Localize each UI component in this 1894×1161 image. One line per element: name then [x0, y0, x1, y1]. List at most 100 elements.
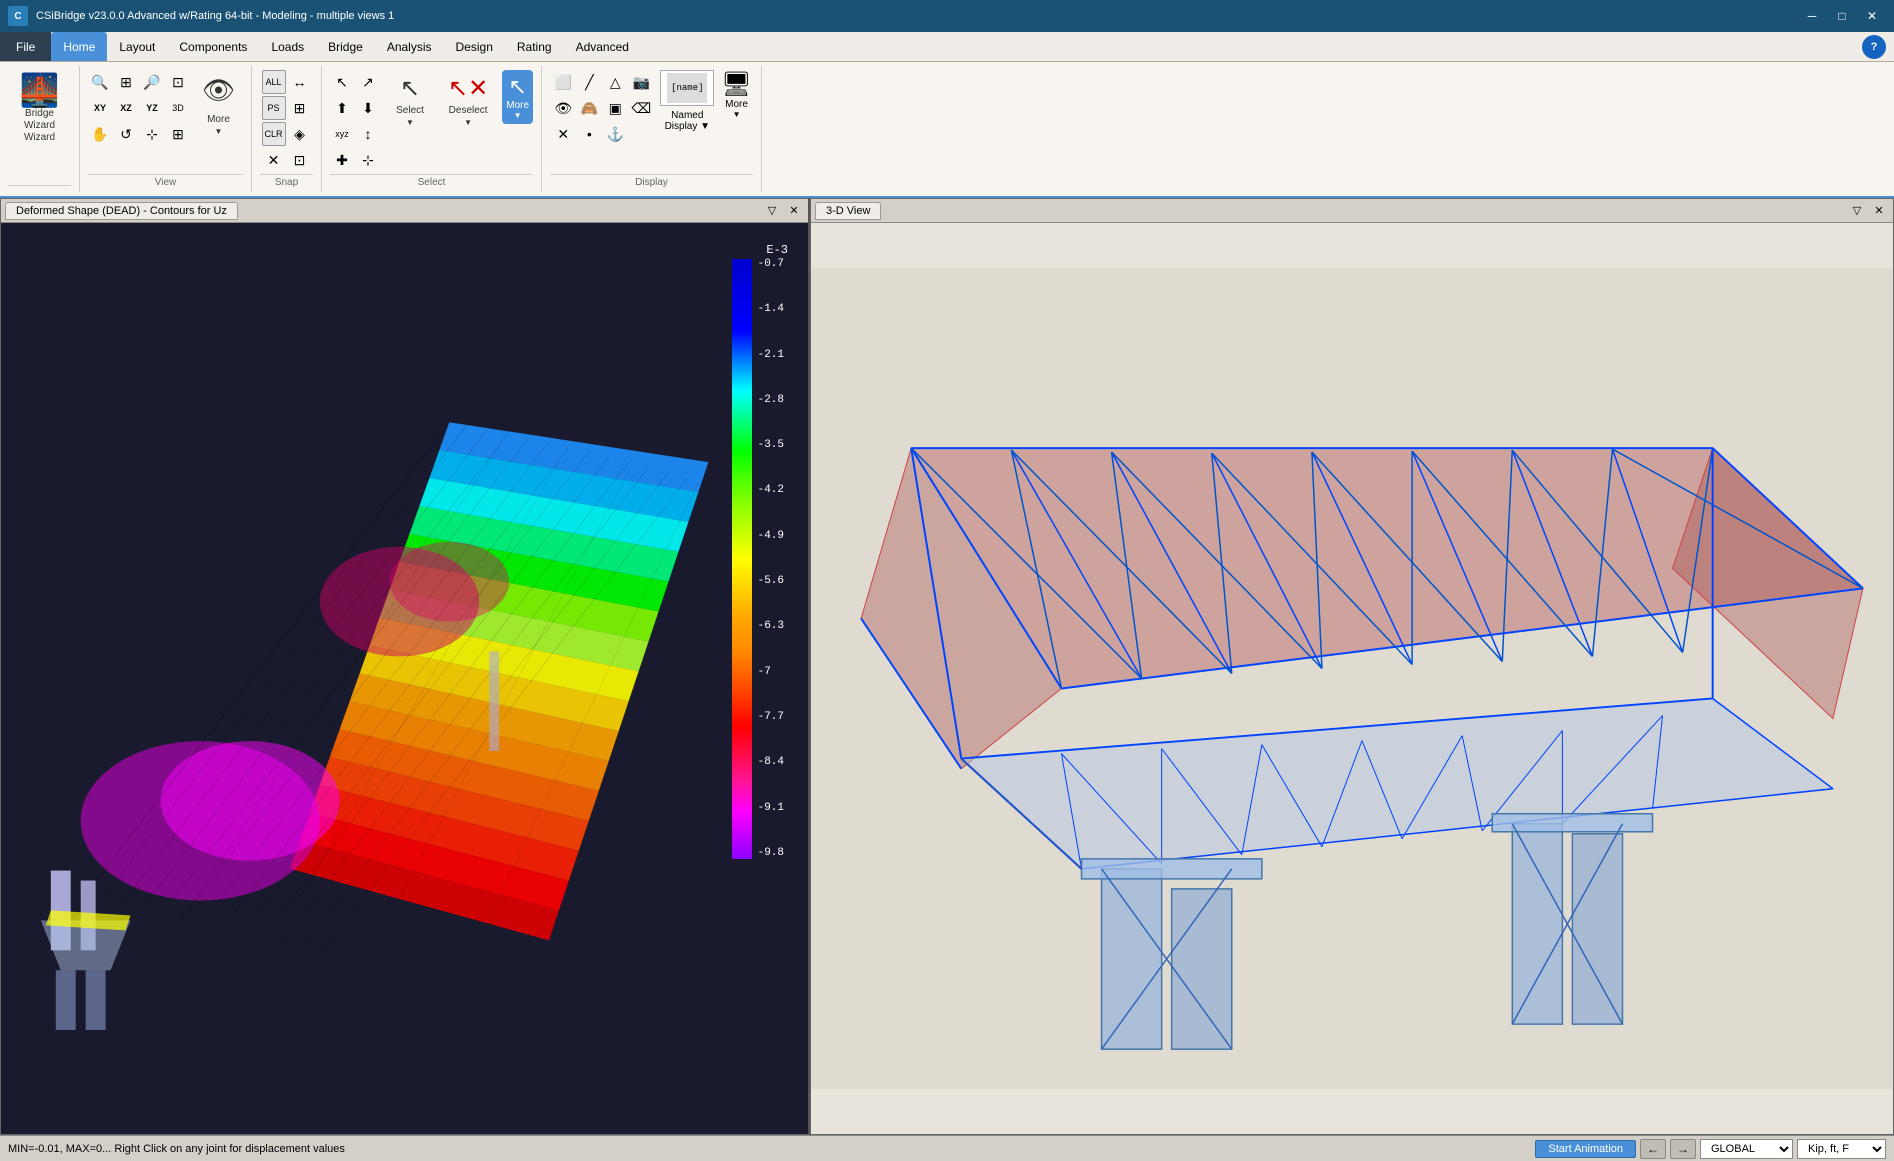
coordinate-system-dropdown[interactable]: GLOBALLOCAL	[1700, 1139, 1793, 1159]
3d-view-content[interactable]	[811, 223, 1893, 1134]
display-dot-button[interactable]: •	[577, 122, 601, 146]
minimize-button[interactable]: ─	[1798, 4, 1826, 28]
ribbon-group-view: 🔍 ⊞ 🔎 ⊡ XY XZ YZ 3D ✋ ↺ ⊹ ⊞	[80, 66, 252, 192]
display-more-button[interactable]: 🖥 More ▼	[721, 70, 751, 119]
display-erase-button[interactable]: ⌫	[629, 96, 653, 120]
view-xy-button[interactable]: XY	[88, 96, 112, 120]
select-button[interactable]: ↖ Select ▼	[386, 70, 434, 131]
rubber-band-button[interactable]: ⊹	[140, 122, 164, 146]
display-tri-button[interactable]: △	[603, 70, 627, 94]
eye-view-button[interactable]: 👁	[194, 71, 243, 110]
display-anchor-button[interactable]: ⚓	[603, 122, 627, 146]
bridge-wizard-button[interactable]: 🌉 BridgeWizardWizard	[12, 70, 68, 148]
display-fill-button[interactable]: ▣	[603, 96, 627, 120]
display-lines-button[interactable]: ╱	[577, 70, 601, 94]
panel-close-button[interactable]: ✕	[784, 201, 804, 221]
tick-14: -9.8	[758, 848, 784, 859]
menu-layout[interactable]: Layout	[107, 32, 167, 61]
snap-all-button[interactable]: ALL	[262, 70, 286, 94]
deformed-shape-tab[interactable]: Deformed Shape (DEAD) - Contours for Uz	[5, 202, 238, 220]
select-more-label: More	[506, 100, 529, 111]
menu-file[interactable]: File	[0, 32, 51, 61]
menu-components[interactable]: Components	[167, 32, 259, 61]
select-grid-button[interactable]: ⊹	[356, 148, 380, 172]
snap-dot-button[interactable]: ⊡	[288, 148, 312, 172]
close-button[interactable]: ✕	[1858, 4, 1886, 28]
select-cross-button[interactable]: ✚	[330, 148, 354, 172]
named-display-label[interactable]: NamedDisplay ▼	[665, 110, 710, 132]
menu-advanced[interactable]: Advanced	[564, 32, 641, 61]
3d-structure-svg	[811, 223, 1893, 1134]
select-rotate-button[interactable]: ↕	[356, 122, 380, 146]
snap-grid-button[interactable]: ⊞	[288, 96, 312, 120]
bridge-wizard-label: BridgeWizardWizard	[24, 108, 55, 144]
deselect-button[interactable]: ↖✕ Deselect ▼	[440, 70, 496, 131]
menubar: File Home Layout Components Loads Bridge…	[0, 32, 1894, 62]
snap-x-button[interactable]: ✕	[262, 148, 286, 172]
display-nodes-button[interactable]: ⬜	[551, 70, 575, 94]
help-button[interactable]: ?	[1862, 35, 1886, 59]
deformed-shape-view[interactable]: E-3 -0.7 -1.4 -2.1 -2.8 -3.5 -4.2 -4.9 -…	[1, 223, 808, 1134]
menu-analysis[interactable]: Analysis	[375, 32, 444, 61]
menu-home[interactable]: Home	[51, 32, 107, 61]
titlebar: C CSiBridge v23.0.0 Advanced w/Rating 64…	[0, 0, 1894, 32]
ribbon-group-display: ⬜ ╱ △ 📷 👁 🙈 ▣ ⌫ ✕ • ⚓	[542, 66, 762, 192]
named-display-icon[interactable]: [name]	[660, 70, 714, 106]
snap-move-button[interactable]: ↔	[288, 70, 312, 94]
view-more-button[interactable]: More ▼	[195, 110, 243, 140]
snap-point-button[interactable]: ◈	[288, 122, 312, 146]
select-intersect-button[interactable]: ↗	[356, 70, 380, 94]
snap-ps-button[interactable]: PS	[262, 96, 286, 120]
ribbon-group-snap: ALL ↔ PS ⊞ CLR ◈ ✕ ⊡ Snap	[252, 66, 322, 192]
snap-to-grid-button[interactable]: ⊞	[166, 122, 190, 146]
units-dropdown[interactable]: Kip, ft, F	[1797, 1139, 1886, 1159]
zoom-out-button[interactable]: 🔎	[140, 70, 164, 94]
zoom-in-button[interactable]: 🔍	[88, 70, 112, 94]
view-3d-button[interactable]: 3D	[166, 96, 190, 120]
views-area: Deformed Shape (DEAD) - Contours for Uz …	[0, 198, 1894, 1135]
menu-bridge[interactable]: Bridge	[316, 32, 375, 61]
view-xz-button[interactable]: XZ	[114, 96, 138, 120]
tick-1: -0.7	[758, 259, 784, 270]
select-lasso-button[interactable]: ⬇	[356, 96, 380, 120]
snap-clr-button[interactable]: CLR	[262, 122, 286, 146]
menu-rating[interactable]: Rating	[505, 32, 564, 61]
colormap-labels: -0.7 -1.4 -2.1 -2.8 -3.5 -4.2 -4.9 -5.6 …	[754, 259, 788, 859]
start-animation-button[interactable]: Start Animation	[1535, 1140, 1636, 1158]
colormap-exponent: E-3	[766, 243, 788, 257]
zoom-fit-button[interactable]: ⊡	[166, 70, 190, 94]
tick-5: -3.5	[758, 440, 784, 451]
left-panel-tab-bar: Deformed Shape (DEAD) - Contours for Uz …	[1, 199, 808, 223]
display-x-button[interactable]: ✕	[551, 122, 575, 146]
right-panel-float-button[interactable]: ▽	[1847, 201, 1867, 221]
snap-group-label: Snap	[260, 174, 313, 188]
select-arrow-button[interactable]: ↖	[330, 70, 354, 94]
tick-2: -1.4	[758, 304, 784, 315]
3d-view-tab[interactable]: 3-D View	[815, 202, 881, 220]
right-panel-close-button[interactable]: ✕	[1869, 201, 1889, 221]
colormap: E-3 -0.7 -1.4 -2.1 -2.8 -3.5 -4.2 -4.9 -…	[732, 243, 788, 859]
select-xyz-button[interactable]: xyz	[330, 122, 354, 146]
statusbar: MIN=-0.01, MAX=0... Right Click on any j…	[0, 1135, 1894, 1161]
prev-frame-button[interactable]: ←	[1640, 1139, 1666, 1159]
tick-6: -4.2	[758, 485, 784, 496]
bridge-wizard-group-label	[8, 185, 71, 188]
tick-11: -7.7	[758, 712, 784, 723]
next-frame-button[interactable]: →	[1670, 1139, 1696, 1159]
display-more-label: More	[725, 99, 748, 110]
menu-loads[interactable]: Loads	[259, 32, 316, 61]
view-yz-button[interactable]: YZ	[140, 96, 164, 120]
right-panel-tab-bar: 3-D View ▽ ✕	[811, 199, 1893, 223]
rotate-button[interactable]: ↺	[114, 122, 138, 146]
menu-design[interactable]: Design	[444, 32, 505, 61]
display-hide-button[interactable]: 🙈	[577, 96, 601, 120]
panel-float-button[interactable]: ▽	[762, 201, 782, 221]
zoom-rect-button[interactable]: ⊞	[114, 70, 138, 94]
display-cam-button[interactable]: 📷	[629, 70, 653, 94]
tick-13: -9.1	[758, 803, 784, 814]
maximize-button[interactable]: □	[1828, 4, 1856, 28]
tick-12: -8.4	[758, 757, 784, 768]
display-show-button[interactable]: 👁	[551, 96, 575, 120]
pan-button[interactable]: ✋	[88, 122, 112, 146]
select-pointer-button[interactable]: ⬆	[330, 96, 354, 120]
